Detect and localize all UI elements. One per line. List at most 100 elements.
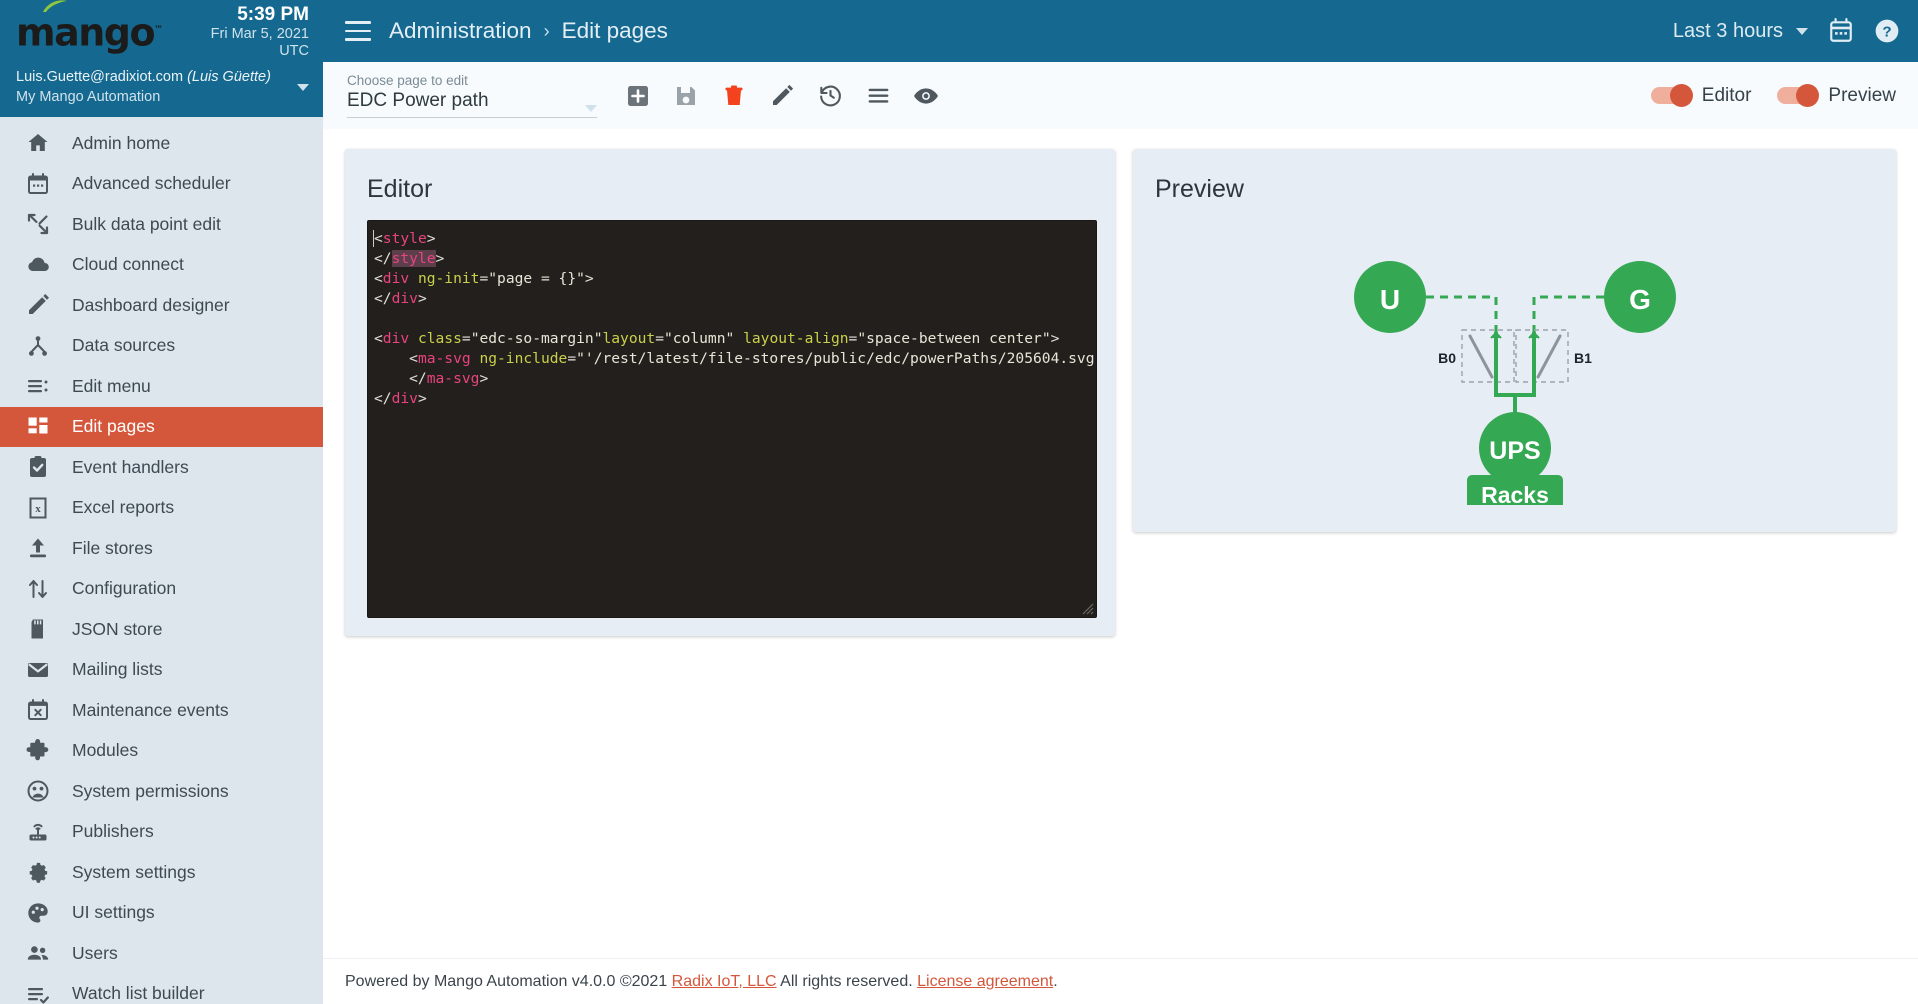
preview-page-button[interactable] [911,81,941,111]
sidebar-item-label: Event handlers [72,456,189,477]
envelope-icon [26,658,50,682]
add-page-button[interactable] [623,81,653,111]
top-bar: mango™ 5:39 PM Fri Mar 5, 2021 UTC Admin… [0,0,1918,62]
footer-text-middle: All rights reserved. [776,972,918,990]
breadcrumb-current: Edit pages [561,18,668,43]
sidebar-item-cloud-connect[interactable]: Cloud connect [0,245,323,286]
footer-text-end: . [1053,972,1058,990]
sidebar-item-users[interactable]: Users [0,933,323,974]
breaker-label-b0: B0 [1438,350,1456,366]
import-export-icon [26,577,50,601]
user-email: Luis.Guette@radixiot.com (Luis Güette) [16,68,271,88]
puzzle-piece-icon [26,738,50,763]
sidebar-item-label: Data sources [72,335,176,356]
sidebar-item-system-permissions[interactable]: System permissions [0,771,323,812]
sidebar-item-ui-settings[interactable]: UI settings [0,893,323,934]
save-page-button[interactable] [671,81,701,111]
hamburger-menu-icon[interactable] [345,21,371,41]
sidebar-item-publishers[interactable]: Publishers [0,812,323,853]
user-organization: My Mango Automation [16,88,161,105]
mango-logo[interactable]: mango™ [16,0,163,51]
sidebar-item-label: System settings [72,861,196,882]
page-select-value: EDC Power path [347,90,489,111]
top-bar-main: Administration › Edit pages Last 3 hours [323,0,1918,62]
footer: Powered by Mango Automation v4.0.0 ©2021… [323,958,1918,1004]
excel-file-icon: x [26,496,50,520]
sidebar-item-label: Modules [72,740,139,761]
calendar-icon[interactable] [1828,18,1854,44]
breadcrumb-root[interactable]: Administration [389,18,532,44]
page-select-label: Choose page to edit [347,73,468,88]
memory-card-icon [26,617,50,641]
power-path-diagram: U G UPS Racks B0 B1 [1353,261,1676,505]
sidebar-item-event-handlers[interactable]: Event handlers [0,447,323,488]
breadcrumb-separator-icon: › [543,20,550,41]
user-block[interactable]: Luis.Guette@radixiot.com (Luis Güette) M… [0,62,323,118]
user-email-text: Luis.Guette@radixiot.com [16,69,184,85]
page-menu-button[interactable] [863,81,893,111]
bulk-edit-icon [26,212,50,236]
time-range-selector[interactable]: Last 3 hours [1673,20,1808,43]
code-editor[interactable]: <style> </style> <div ng-init="page = {}… [367,220,1097,618]
footer-license-link[interactable]: License agreement [917,973,1053,990]
sidebar-item-system-settings[interactable]: System settings [0,852,323,893]
sidebar-item-edit-pages[interactable]: Edit pages [0,406,323,448]
sidebar-item-modules[interactable]: Modules [0,731,323,772]
workspace: Editor <style> </style> <div ng-init="pa… [323,129,1918,958]
permissions-icon [26,779,50,803]
sidebar-item-label: Mailing lists [72,659,163,680]
timezone: UTC [279,43,309,60]
sidebar-item-bulk-data-point-edit[interactable]: Bulk data point edit [0,204,323,245]
breaker-blade-b0 [1468,334,1493,379]
edit-page-button[interactable] [767,81,797,111]
page-history-button[interactable] [815,81,845,111]
sidebar-item-file-stores[interactable]: File stores [0,528,323,569]
current-date: Fri Mar 5, 2021 [210,26,309,43]
user-menu-chevron-down-icon[interactable] [297,84,309,92]
sidebar-item-configuration[interactable]: Configuration [0,569,323,610]
body-row: Luis.Guette@radixiot.com (Luis Güette) M… [0,62,1918,1004]
sidebar-item-label: Excel reports [72,497,175,518]
sidebar-item-excel-reports[interactable]: x Excel reports [0,488,323,529]
sidebar-item-label: JSON store [72,618,163,639]
node-u-label: U [1379,284,1399,315]
sidebar-item-edit-menu[interactable]: Edit menu [0,366,323,407]
sidebar: Luis.Guette@radixiot.com (Luis Güette) M… [0,62,323,1004]
editor-toggle-switch[interactable] [1650,84,1693,107]
code-editor-content[interactable]: <style> </style> <div ng-init="page = {}… [368,221,1096,409]
svg-text:?: ? [1882,23,1891,40]
sidebar-item-watch-list-builder[interactable]: Watch list builder [0,974,323,1004]
upload-icon [26,536,50,560]
sidebar-item-advanced-scheduler[interactable]: Advanced scheduler [0,164,323,205]
pages-grid-icon [26,415,50,439]
resize-handle[interactable] [1082,603,1094,615]
clock-block: 5:39 PM Fri Mar 5, 2021 UTC [211,2,309,61]
logo-trademark: ™ [154,24,163,35]
sidebar-item-label: Configuration [72,578,177,599]
sidebar-item-mailing-lists[interactable]: Mailing lists [0,650,323,691]
preview-panel-title: Preview [1155,175,1244,203]
sidebar-item-json-store[interactable]: JSON store [0,609,323,650]
preview-toggle[interactable]: Preview [1777,84,1896,107]
delete-page-button[interactable] [719,81,749,111]
sidebar-item-label: File stores [72,537,153,558]
sidebar-item-data-sources[interactable]: Data sources [0,326,323,367]
sidebar-item-dashboard-designer[interactable]: Dashboard designer [0,285,323,326]
svg-text:x: x [35,503,41,515]
page-tool-icons [623,81,941,111]
sidebar-item-maintenance-events[interactable]: Maintenance events [0,690,323,731]
footer-company-link[interactable]: Radix IoT, LLC [672,973,777,990]
page-select[interactable]: Choose page to edit EDC Power path [337,73,597,118]
list-icon [26,374,50,398]
preview-toggle-label: Preview [1828,84,1896,106]
preview-toggle-switch[interactable] [1777,84,1820,107]
editor-toggle[interactable]: Editor [1650,84,1751,107]
router-icon [26,820,50,844]
sidebar-item-admin-home[interactable]: Admin home [0,123,323,164]
node-racks-label: Racks [1481,482,1549,505]
clipboard-check-icon [26,455,50,479]
main-content: Choose page to edit EDC Power path Edito… [323,62,1918,1004]
help-icon[interactable]: ? [1874,18,1900,44]
page-select-chevron-down-icon [585,105,597,112]
preview-body: U G UPS Racks B0 B1 [1133,220,1896,520]
